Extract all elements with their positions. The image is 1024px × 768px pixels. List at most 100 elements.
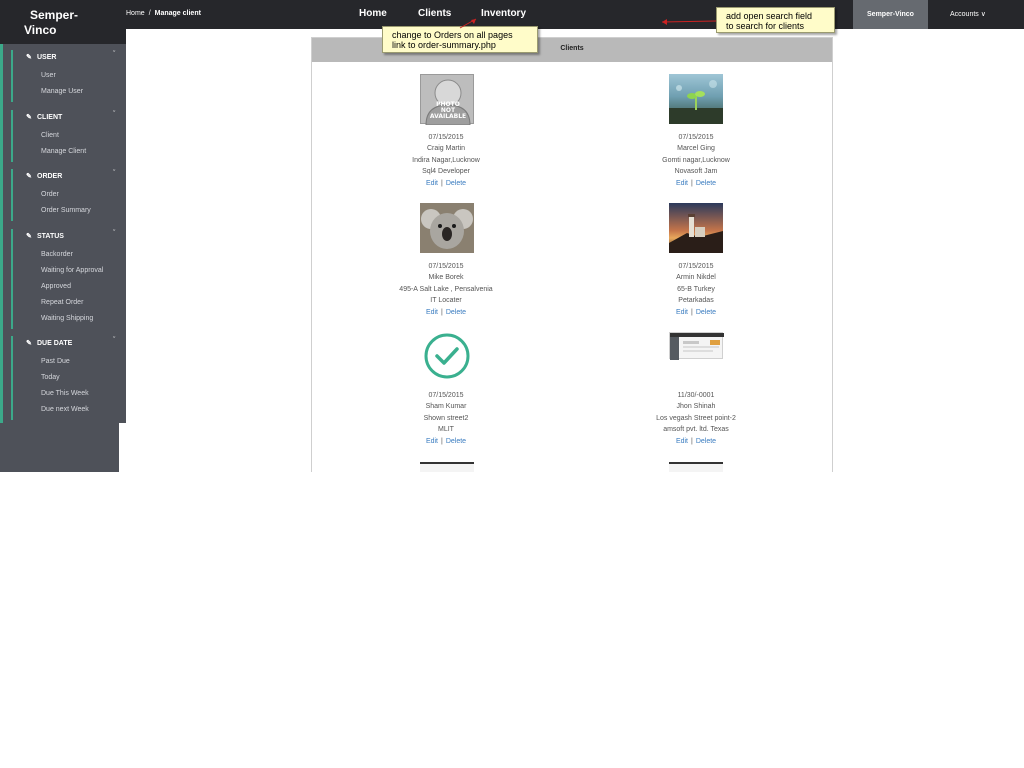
sidebar-rail-order [11, 169, 13, 221]
edit-link[interactable]: Edit [426, 438, 438, 445]
delete-link[interactable]: Delete [446, 438, 466, 445]
edit-icon: ✎ [26, 173, 32, 180]
client-address: 65-B Turkey [677, 286, 715, 293]
client-card: PHOTO NOT AVAILABLE 07/15/2015 Craig Mar… [346, 74, 546, 194]
sidebar-item-manage-client[interactable]: Manage Client [41, 148, 86, 155]
client-actions: Edit | Delete [596, 309, 796, 316]
check-circle-icon [424, 333, 470, 379]
chevron-down-icon[interactable]: ˇ [113, 170, 115, 177]
sidebar-section-label: STATUS [37, 233, 64, 240]
sidebar-item-backorder[interactable]: Backorder [41, 251, 73, 258]
screenshot-preview-icon [670, 333, 724, 360]
sidebar-item-order-summary[interactable]: Order Summary [41, 207, 91, 214]
client-name: Sham Kumar [425, 403, 467, 410]
client-address: Gomti nagar,Lucknow [662, 157, 730, 164]
edit-icon: ✎ [26, 233, 32, 240]
sidebar-item-approved[interactable]: Approved [41, 283, 71, 290]
sidebar-item-due-this-week[interactable]: Due This Week [41, 390, 89, 397]
sidebar-item-manage-user[interactable]: Manage User [41, 88, 83, 95]
client-actions: Edit | Delete [346, 438, 546, 445]
annotation-arrows [459, 18, 717, 29]
sidebar-item-waiting-approval[interactable]: Waiting for Approval [41, 267, 103, 274]
sidebar-rail-due [11, 336, 13, 420]
chevron-down-icon[interactable]: ˇ [113, 337, 115, 344]
delete-link[interactable]: Delete [446, 309, 466, 316]
action-separator: | [691, 180, 693, 187]
action-separator: | [691, 309, 693, 316]
delete-link[interactable]: Delete [446, 180, 466, 187]
edit-link[interactable]: Edit [676, 309, 688, 316]
client-date: 07/15/2015 [428, 392, 464, 399]
client-date: 07/15/2015 [678, 134, 714, 141]
client-company: Novasoft Jam [674, 168, 718, 175]
sidebar-item-past-due[interactable]: Past Due [41, 358, 70, 365]
sidebar-item-today[interactable]: Today [41, 374, 60, 381]
sidebar-section-status[interactable]: ✎ STATUS [26, 232, 64, 240]
sidebar-section-client[interactable]: ✎ CLIENT [26, 113, 62, 121]
sidebar-section-order[interactable]: ✎ ORDER [26, 172, 62, 180]
screenshot-thumb [669, 332, 724, 360]
sidebar-rail-status [11, 229, 13, 329]
client-date: 07/15/2015 [428, 134, 464, 141]
delete-link[interactable]: Delete [696, 180, 716, 187]
client-address: Los vegash Street point-2 [656, 415, 736, 422]
lighthouse-photo [669, 203, 723, 253]
client-company: Sql4 Developer [422, 168, 470, 175]
delete-link[interactable]: Delete [696, 438, 716, 445]
client-company: Petarkadas [678, 297, 714, 304]
screenshot-thumb-partial [420, 462, 474, 472]
client-name: Craig Martin [426, 145, 466, 152]
client-actions: Edit | Delete [346, 309, 546, 316]
action-separator: | [441, 438, 443, 445]
placeholder-text-3: AVAILABLE [430, 113, 466, 120]
sidebar: ✎ USER ˇ User Manage User ✎ CLIENT ˇ Clien… [0, 44, 126, 423]
sidebar-section-label: ORDER [37, 173, 63, 180]
nature-photo [669, 74, 723, 124]
action-separator: | [441, 180, 443, 187]
sidebar-item-user[interactable]: User [41, 72, 56, 79]
client-actions: Edit | Delete [346, 180, 546, 187]
lighthouse-icon [669, 214, 723, 253]
client-card: 07/15/2015 Sham Kumar Shown street2 MLIT… [346, 332, 546, 452]
check-icon [423, 332, 471, 380]
delete-link[interactable]: Delete [696, 309, 716, 316]
client-company: amsoft pvt. ltd. Texas [663, 426, 729, 433]
client-address: Indira Nagar,Lucknow [412, 157, 480, 164]
client-card: 07/15/2015 Armin Nikdel 65-B Turkey Peta… [596, 203, 796, 323]
edit-icon: ✎ [26, 340, 32, 347]
sidebar-item-client[interactable]: Client [41, 132, 59, 139]
edit-link[interactable]: Edit [676, 438, 688, 445]
client-company: IT Locater [430, 297, 462, 304]
edit-link[interactable]: Edit [426, 180, 438, 187]
client-card: 07/15/2015 Marcel Ging Gomti nagar,Luckn… [596, 74, 796, 194]
sidebar-item-due-next-week[interactable]: Due next Week [41, 406, 89, 413]
client-name: Armin Nikdel [676, 274, 716, 281]
sidebar-item-repeat-order[interactable]: Repeat Order [41, 299, 83, 306]
chevron-down-icon[interactable]: ˇ [113, 111, 115, 118]
sidebar-rail-client [11, 110, 13, 162]
action-separator: | [441, 309, 443, 316]
client-name: Jhon Shinah [676, 403, 716, 410]
sidebar-item-order[interactable]: Order [41, 191, 59, 198]
page: Home / Manage client Home Clients Inventor… [0, 0, 1024, 472]
screenshot-thumb-partial [669, 462, 723, 472]
photo-placeholder: PHOTO NOT AVAILABLE [420, 74, 474, 126]
chevron-down-icon[interactable]: ˇ [113, 230, 115, 237]
client-date: 07/15/2015 [678, 263, 714, 270]
edit-icon: ✎ [26, 114, 32, 121]
sprout-icon [669, 80, 723, 124]
clients-panel: Clients PHOTO NOT AVAILABLE 07/15/2015 C… [311, 37, 833, 472]
sidebar-footer [0, 423, 119, 472]
edit-link[interactable]: Edit [426, 309, 438, 316]
client-address: 495-A Salt Lake , Pensalvenia [399, 286, 493, 293]
sidebar-item-waiting-shipping[interactable]: Waiting Shipping [41, 315, 93, 322]
client-card: 11/30/-0001 Jhon Shinah Los vegash Stree… [596, 332, 796, 452]
sidebar-section-due-date[interactable]: ✎ DUE DATE [26, 339, 72, 347]
client-company: MLIT [438, 426, 454, 433]
edit-link[interactable]: Edit [676, 180, 688, 187]
koala-photo [420, 203, 474, 253]
client-date: 11/30/-0001 [677, 392, 715, 399]
client-actions: Edit | Delete [596, 438, 796, 445]
avatar-placeholder-icon: PHOTO NOT AVAILABLE [425, 79, 471, 126]
client-card: 07/15/2015 Mike Borek 495-A Salt Lake , … [346, 203, 546, 323]
